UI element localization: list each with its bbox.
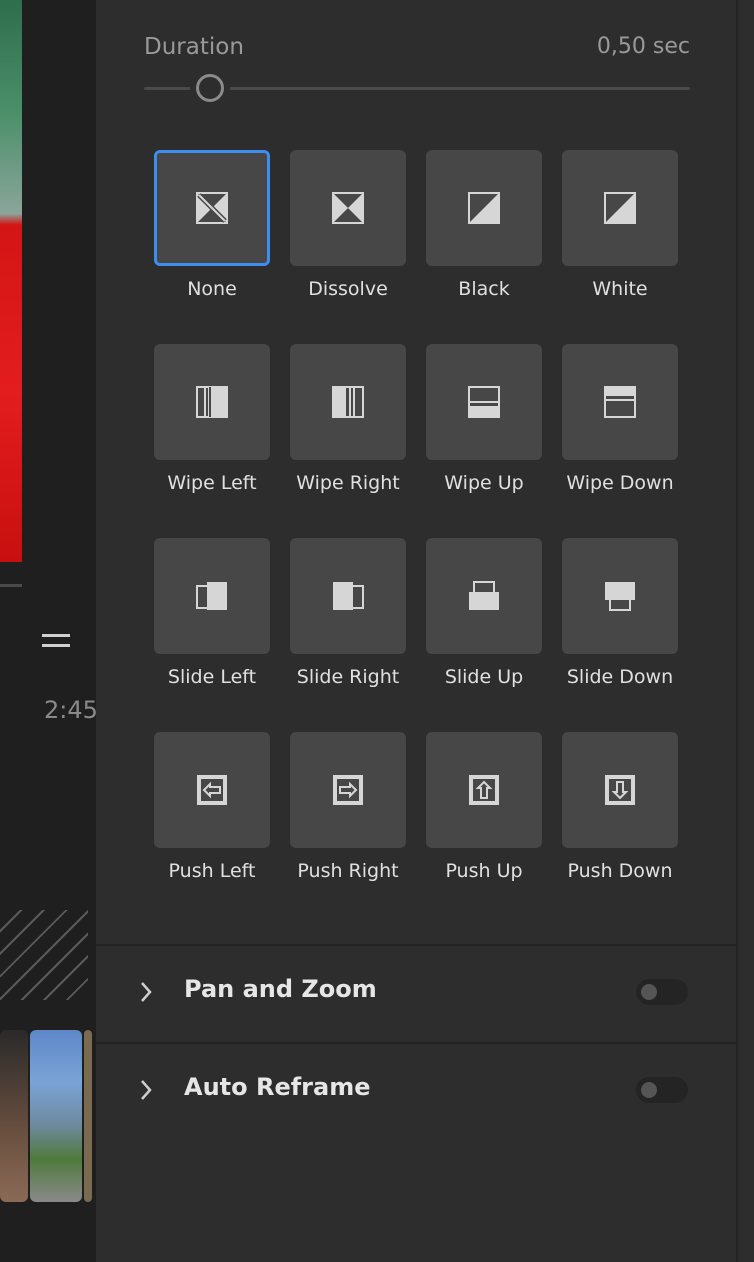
dissolve-icon bbox=[332, 192, 364, 224]
panel-scroll-edge bbox=[736, 0, 754, 1262]
push-right-icon bbox=[333, 775, 363, 805]
transition-label: Slide Down bbox=[566, 666, 674, 688]
clip-thumbnail[interactable] bbox=[0, 1030, 28, 1202]
transition-thumbnail[interactable] bbox=[154, 150, 270, 266]
clip-thumbnail[interactable] bbox=[30, 1030, 82, 1202]
duration-slider-thumb[interactable] bbox=[195, 74, 224, 102]
transition-thumbnail[interactable] bbox=[154, 538, 270, 654]
section-pan-and-zoom[interactable]: Pan and Zoom bbox=[96, 945, 736, 1041]
transition-thumbnail[interactable] bbox=[154, 732, 270, 848]
transition-push-left[interactable]: Push Left bbox=[154, 732, 270, 882]
chevron-right-icon bbox=[141, 982, 152, 1002]
pan-zoom-toggle[interactable] bbox=[636, 979, 688, 1005]
transition-label: Push Down bbox=[567, 860, 673, 882]
transition-thumbnail[interactable] bbox=[290, 344, 406, 460]
transitions-panel: Duration 0,50 sec None Dissolve Black White… bbox=[96, 0, 736, 1262]
fade-black-icon bbox=[468, 192, 500, 224]
section-title: Pan and Zoom bbox=[184, 975, 377, 1003]
transition-thumbnail[interactable] bbox=[426, 150, 542, 266]
wipe-up-icon bbox=[468, 386, 500, 418]
transition-label: Wipe Down bbox=[566, 472, 674, 494]
transition-slide-down[interactable]: Slide Down bbox=[562, 538, 678, 688]
transition-label: Wipe Left bbox=[167, 472, 257, 494]
empty-track-area bbox=[0, 910, 88, 1000]
transition-wipe-down[interactable]: Wipe Down bbox=[562, 344, 678, 494]
transition-label: Push Right bbox=[297, 860, 399, 882]
transition-label: Wipe Right bbox=[296, 472, 400, 494]
slide-up-icon bbox=[469, 581, 499, 610]
transition-thumbnail[interactable] bbox=[290, 732, 406, 848]
transition-slide-up[interactable]: Slide Up bbox=[426, 538, 542, 688]
transition-thumbnail[interactable] bbox=[290, 150, 406, 266]
push-up-icon bbox=[469, 775, 499, 805]
transition-slide-left[interactable]: Slide Left bbox=[154, 538, 270, 688]
slide-down-icon bbox=[605, 582, 635, 611]
transition-label: Slide Right bbox=[296, 666, 400, 688]
transition-black[interactable]: Black bbox=[426, 150, 542, 300]
preview-scrubber[interactable] bbox=[0, 584, 22, 587]
transition-push-up[interactable]: Push Up bbox=[426, 732, 542, 882]
slide-left-icon bbox=[196, 582, 227, 610]
chevron-right-icon bbox=[141, 1080, 152, 1100]
transition-label: Dissolve bbox=[308, 278, 388, 300]
editor-left-strip: 2:45 bbox=[0, 0, 96, 1262]
transition-thumbnail[interactable] bbox=[562, 150, 678, 266]
transition-wipe-up[interactable]: Wipe Up bbox=[426, 344, 542, 494]
transition-label: Wipe Up bbox=[444, 472, 524, 494]
transition-wipe-right[interactable]: Wipe Right bbox=[290, 344, 406, 494]
transition-thumbnail[interactable] bbox=[562, 732, 678, 848]
transition-dissolve[interactable]: Dissolve bbox=[290, 150, 406, 300]
transition-push-down[interactable]: Push Down bbox=[562, 732, 678, 882]
transition-thumbnail[interactable] bbox=[562, 538, 678, 654]
section-title: Auto Reframe bbox=[184, 1073, 371, 1101]
transition-push-right[interactable]: Push Right bbox=[290, 732, 406, 882]
clip-thumbnail[interactable] bbox=[84, 1030, 92, 1202]
duration-label: Duration bbox=[144, 34, 244, 60]
wipe-left-icon bbox=[196, 386, 228, 418]
transition-label: None bbox=[187, 278, 237, 300]
transition-thumbnail[interactable] bbox=[154, 344, 270, 460]
push-left-icon bbox=[197, 775, 227, 805]
transition-label: Push Up bbox=[445, 860, 523, 882]
duration-slider-track[interactable] bbox=[144, 87, 690, 90]
transition-label: Slide Up bbox=[444, 666, 524, 688]
toggle-knob bbox=[641, 1082, 657, 1098]
transition-slide-right[interactable]: Slide Right bbox=[290, 538, 406, 688]
slide-right-icon bbox=[333, 582, 364, 610]
transition-white[interactable]: White bbox=[562, 150, 678, 300]
transition-thumbnail[interactable] bbox=[426, 344, 542, 460]
fade-white-icon bbox=[604, 192, 636, 224]
wipe-right-icon bbox=[332, 386, 364, 418]
transition-none[interactable]: None bbox=[154, 150, 270, 300]
menu-icon[interactable] bbox=[42, 634, 70, 650]
transition-thumbnail[interactable] bbox=[562, 344, 678, 460]
transition-wipe-left[interactable]: Wipe Left bbox=[154, 344, 270, 494]
transition-label: Black bbox=[458, 278, 510, 300]
transition-label: White bbox=[592, 278, 648, 300]
none-icon bbox=[196, 192, 228, 224]
duration-value: 0,50 sec bbox=[596, 34, 690, 59]
transition-label: Slide Left bbox=[167, 666, 257, 688]
push-down-icon bbox=[605, 775, 635, 805]
toggle-knob bbox=[641, 984, 657, 1000]
wipe-down-icon bbox=[604, 386, 636, 418]
section-auto-reframe[interactable]: Auto Reframe bbox=[96, 1043, 736, 1139]
transition-label: Push Left bbox=[168, 860, 256, 882]
transition-thumbnail[interactable] bbox=[426, 538, 542, 654]
timecode-text: 2:45 bbox=[44, 696, 96, 724]
video-preview bbox=[0, 0, 22, 562]
auto-reframe-toggle[interactable] bbox=[636, 1077, 688, 1103]
transition-thumbnail[interactable] bbox=[290, 538, 406, 654]
transition-thumbnail[interactable] bbox=[426, 732, 542, 848]
